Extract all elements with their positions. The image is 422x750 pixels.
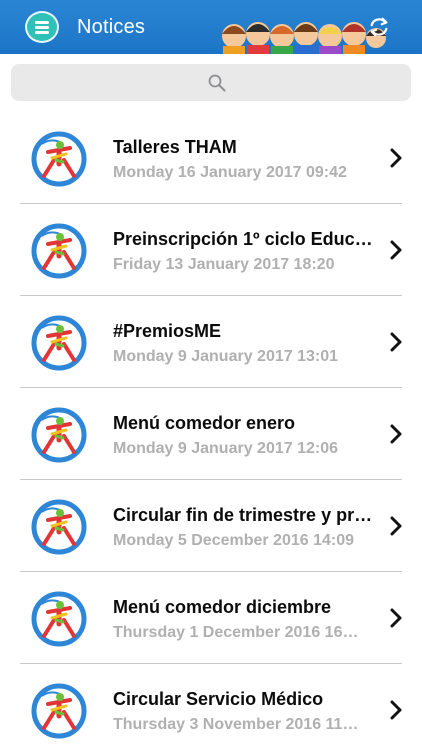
chevron-right-icon[interactable] — [389, 516, 403, 536]
search-icon — [208, 74, 226, 92]
chevron-right-icon[interactable] — [389, 240, 403, 260]
refresh-icon[interactable] — [368, 16, 390, 38]
chevron-right-icon[interactable] — [389, 608, 403, 628]
notice-title: Circular fin de trimestre y pr… — [113, 505, 373, 525]
notice-date: Thursday 3 November 2016 11… — [113, 716, 359, 733]
notice-row[interactable]: Menú comedor enero Monday 9 January 2017… — [0, 388, 422, 480]
notice-date: Monday 9 January 2017 12:06 — [113, 440, 339, 457]
notice-row[interactable]: Circular Servicio Médico Thursday 3 Nove… — [0, 664, 422, 750]
notice-title: Menú comedor diciembre — [113, 597, 332, 617]
school-logo-icon — [30, 222, 88, 280]
school-logo-icon — [30, 406, 88, 464]
school-logo-icon — [30, 130, 88, 188]
notice-title: Menú comedor enero — [113, 413, 296, 433]
page-title: Notices — [77, 16, 146, 38]
notices-list: Talleres THAM Monday 16 January 2017 09:… — [0, 112, 422, 750]
search-field[interactable] — [11, 64, 411, 101]
top-bar: Notices — [0, 0, 422, 54]
school-logo-icon — [30, 498, 88, 556]
notice-title: Talleres THAM — [113, 137, 237, 157]
school-logo-icon — [30, 314, 88, 372]
school-logo-icon — [30, 682, 88, 740]
chevron-right-icon[interactable] — [389, 424, 403, 444]
notice-row[interactable]: Circular fin de trimestre y pr… Monday 5… — [0, 480, 422, 572]
chevron-right-icon[interactable] — [389, 332, 403, 352]
notice-date: Monday 16 January 2017 09:42 — [113, 164, 347, 181]
hamburger-menu-icon[interactable] — [25, 11, 59, 43]
notice-date: Thursday 1 December 2016 16… — [113, 624, 359, 641]
chevron-right-icon[interactable] — [389, 700, 403, 720]
notice-date: Monday 5 December 2016 14:09 — [113, 532, 355, 549]
notice-date: Monday 9 January 2017 13:01 — [113, 348, 339, 365]
notice-row[interactable]: Talleres THAM Monday 16 January 2017 09:… — [0, 112, 422, 204]
notice-title: Circular Servicio Médico — [113, 689, 324, 709]
chevron-right-icon[interactable] — [389, 148, 403, 168]
notice-title: #PremiosME — [113, 321, 222, 341]
notice-row[interactable]: Preinscripción 1º ciclo Educ… Friday 13 … — [0, 204, 422, 296]
school-logo-icon — [30, 590, 88, 648]
notice-row[interactable]: #PremiosME Monday 9 January 2017 13:01 — [0, 296, 422, 388]
notice-title: Preinscripción 1º ciclo Educ… — [113, 229, 373, 249]
notice-date: Friday 13 January 2017 18:20 — [113, 256, 335, 273]
notice-row[interactable]: Menú comedor diciembre Thursday 1 Decemb… — [0, 572, 422, 664]
children-illustration — [222, 22, 386, 54]
